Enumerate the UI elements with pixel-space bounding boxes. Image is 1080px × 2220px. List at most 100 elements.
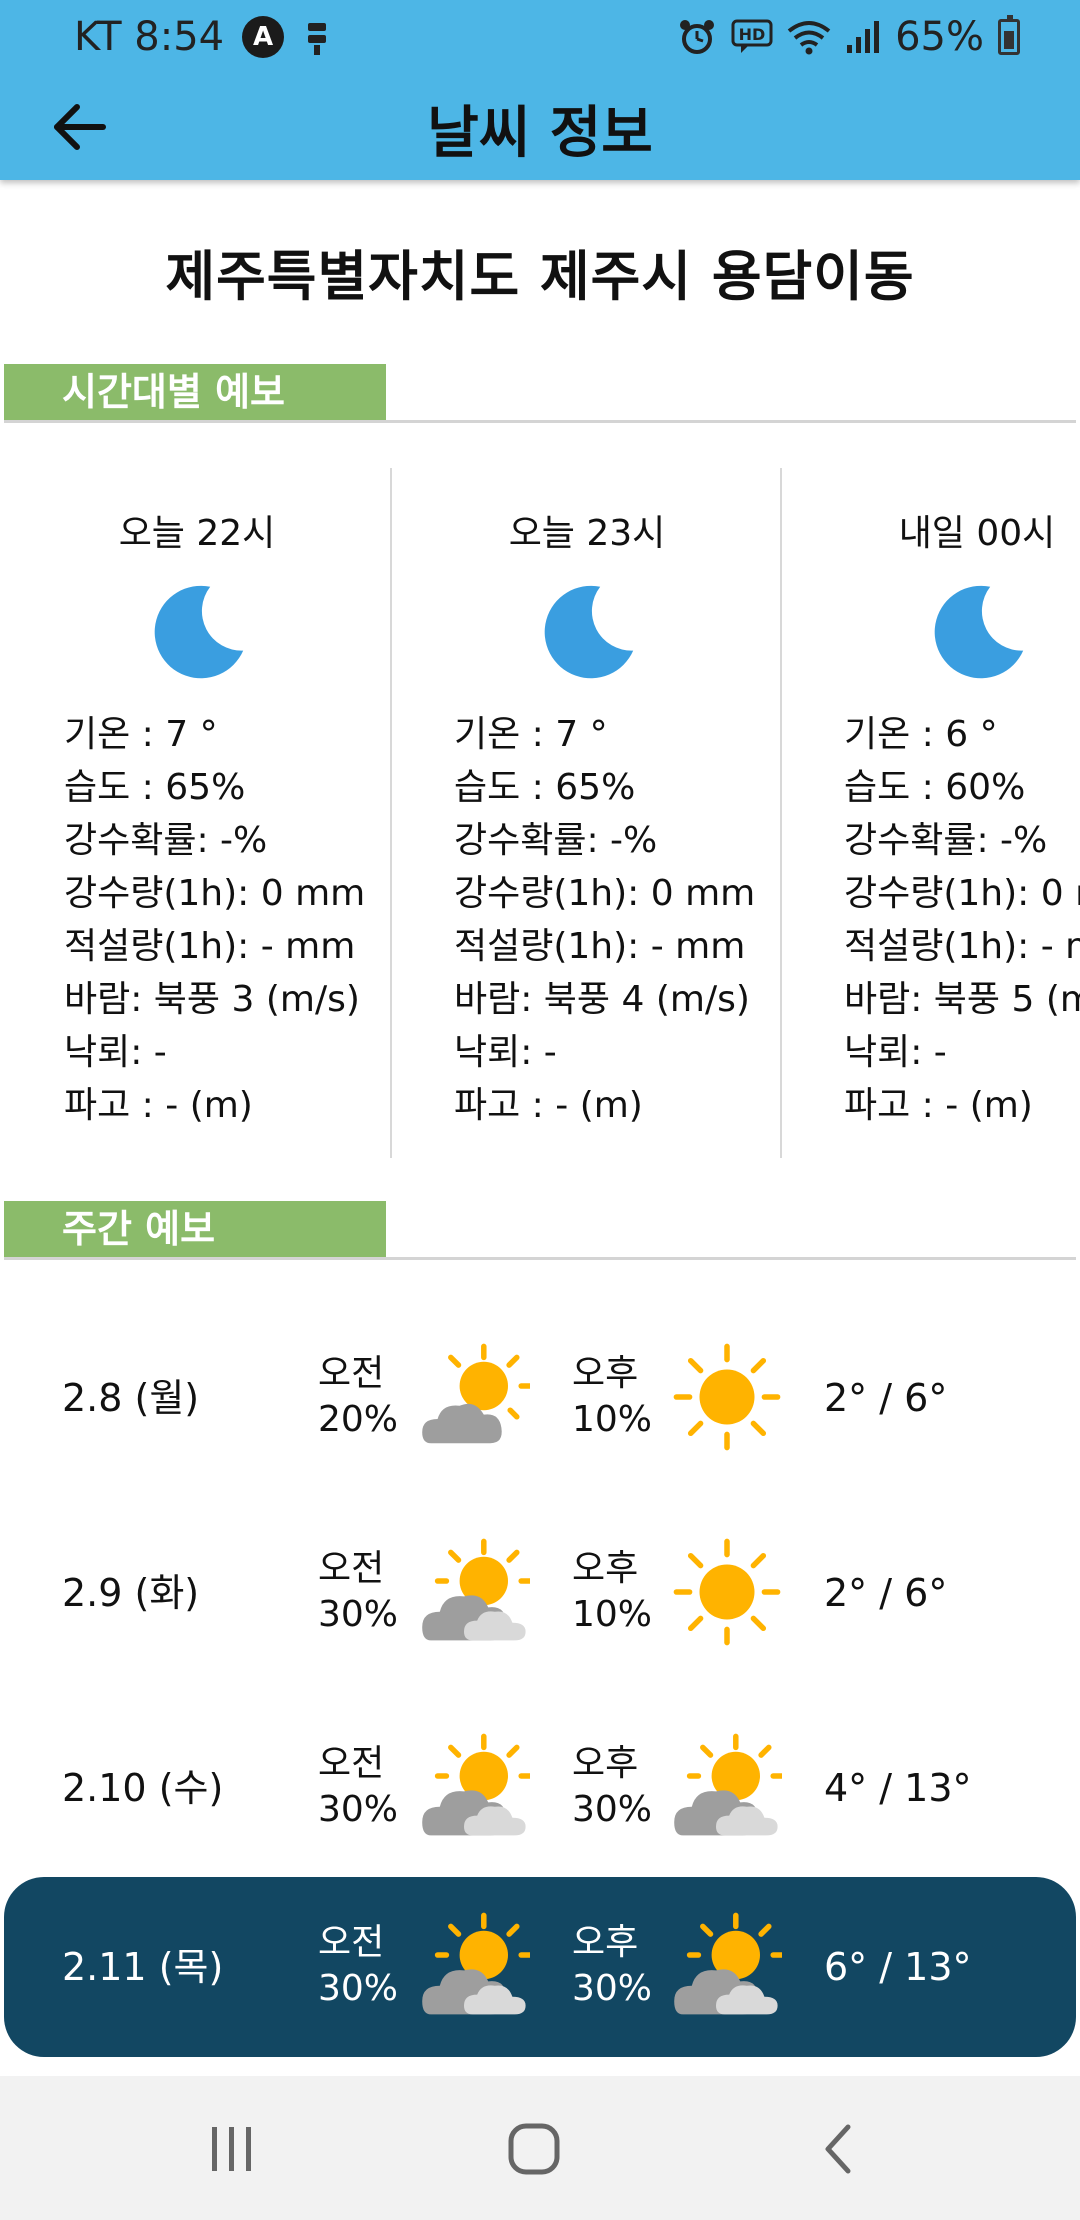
snowfall: 적설량(1h): - mm (844, 926, 1080, 967)
pm-label: 오후 (572, 1353, 639, 1394)
am-precip: 30% (318, 1968, 399, 2009)
week-date: 2.11 (목) (62, 1945, 224, 1989)
moon-icon (922, 578, 1032, 688)
hourly-forecast-list[interactable]: 오늘 22시 기온 : 7 ° 습도 : 65% 강수확률: -% 강수량(1h… (0, 468, 1080, 1158)
alarm-icon (677, 17, 717, 57)
location-title: 제주특별자치도 제주시 용담이동 (165, 245, 915, 308)
snowfall: 적설량(1h): - mm (64, 926, 356, 967)
week-temps: 2° / 6° (824, 1376, 948, 1420)
moon-icon (532, 578, 642, 688)
wave-height: 파고 : - (m) (844, 1085, 1033, 1126)
nav-back-button[interactable] (798, 2114, 878, 2184)
weekly-row[interactable]: 2.10 (수) 오전 30% 오후 30% 4° / 13° (4, 1698, 1076, 1878)
wave-height: 파고 : - (m) (454, 1085, 643, 1126)
mostly-cloudy-icon (672, 1732, 782, 1842)
svg-text:HD: HD (739, 25, 766, 44)
week-date: 2.10 (수) (62, 1766, 224, 1810)
wifi-icon (787, 19, 831, 55)
temperature: 기온 : 7 ° (454, 714, 608, 755)
pm-precip: 30% (572, 1789, 653, 1830)
am-label: 오전 (318, 1353, 385, 1394)
hourly-card[interactable]: 오늘 22시 기온 : 7 ° 습도 : 65% 강수확률: -% 강수량(1h… (2, 468, 392, 1158)
humidity: 습도 : 60% (844, 767, 1026, 808)
am-forecast: 오전 30% (318, 1920, 398, 2012)
rainfall: 강수량(1h): 0 mm (454, 873, 756, 914)
home-button[interactable] (494, 2114, 574, 2184)
pm-precip: 30% (572, 1968, 653, 2009)
week-temps: 2° / 6° (824, 1571, 948, 1615)
am-precip: 30% (318, 1789, 399, 1830)
wind: 바람: 북풍 4 (m/s) (454, 979, 750, 1020)
weekly-section-header: 주간 예보 (4, 1201, 1076, 1260)
section-divider (4, 1257, 1076, 1260)
section-divider (4, 420, 1076, 423)
am-forecast: 오전 30% (318, 1741, 398, 1833)
hourly-section-title: 시간대별 예보 (4, 364, 386, 420)
sun-icon (672, 1342, 782, 1452)
pm-label: 오후 (572, 1922, 639, 1963)
sun-icon (672, 1537, 782, 1647)
partly-cloudy-icon (420, 1342, 530, 1452)
moon-icon (142, 578, 252, 688)
hour-details: 기온 : 7 ° 습도 : 65% 강수확률: -% 강수량(1h): 0 mm… (454, 708, 755, 1132)
pm-forecast: 오후 10% (572, 1351, 652, 1443)
temperature: 기온 : 6 ° (844, 714, 998, 755)
mostly-cloudy-icon (420, 1732, 530, 1842)
pm-forecast: 오후 30% (572, 1920, 652, 2012)
battery-icon (998, 15, 1020, 55)
week-temps: 6° / 13° (824, 1945, 972, 1989)
pm-label: 오후 (572, 1548, 639, 1589)
hour-time: 오늘 23시 (508, 513, 666, 554)
mostly-cloudy-icon (420, 1537, 530, 1647)
weekly-row[interactable]: 2.8 (월) 오전 20% 오후 10% 2° / 6° (4, 1308, 1076, 1488)
rainfall: 강수량(1h): 0 mm (844, 873, 1080, 914)
humidity: 습도 : 65% (454, 767, 636, 808)
lightning: 낙뢰: - (844, 1032, 947, 1073)
snowfall: 적설량(1h): - mm (454, 926, 746, 967)
wind: 바람: 북풍 5 (m/s) (844, 979, 1080, 1020)
am-label: 오전 (318, 1548, 385, 1589)
carrier-time: KT 8:54 (74, 14, 225, 60)
hour-details: 기온 : 7 ° 습도 : 65% 강수확률: -% 강수량(1h): 0 mm… (64, 708, 365, 1132)
wave-height: 파고 : - (m) (64, 1085, 253, 1126)
week-date: 2.9 (화) (62, 1571, 200, 1615)
pm-precip: 10% (572, 1399, 653, 1440)
weekly-row[interactable]: 2.9 (화) 오전 30% 오후 10% 2° / 6° (4, 1503, 1076, 1683)
wind: 바람: 북풍 3 (m/s) (64, 979, 360, 1020)
hourly-section-header: 시간대별 예보 (4, 364, 1076, 423)
hour-details: 기온 : 6 ° 습도 : 60% 강수확률: -% 강수량(1h): 0 mm… (844, 708, 1080, 1132)
am-precip: 20% (318, 1399, 399, 1440)
week-temps: 4° / 13° (824, 1766, 972, 1810)
status-bar: KT 8:54 A HD 65% (0, 0, 1080, 72)
back-icon (825, 2124, 851, 2174)
lightning: 낙뢰: - (454, 1032, 557, 1073)
signal-icon (845, 19, 881, 55)
precip-probability: 강수확률: -% (844, 820, 1048, 861)
am-forecast: 오전 20% (318, 1351, 398, 1443)
weekly-section-title: 주간 예보 (4, 1201, 386, 1257)
hour-time: 내일 00시 (898, 513, 1056, 554)
am-precip: 30% (318, 1594, 399, 1635)
am-forecast: 오전 30% (318, 1546, 398, 1638)
week-date: 2.8 (월) (62, 1376, 200, 1420)
pm-label: 오후 (572, 1743, 639, 1784)
home-icon (508, 2123, 560, 2175)
pm-precip: 10% (572, 1594, 653, 1635)
notification-icon (302, 17, 332, 57)
hd-icon: HD (731, 19, 773, 55)
hourly-card[interactable]: 오늘 23시 기온 : 7 ° 습도 : 65% 강수확률: -% 강수량(1h… (392, 468, 782, 1158)
lightning: 낙뢰: - (64, 1032, 167, 1073)
weekly-row-selected[interactable]: 2.11 (목) 오전 30% 오후 30% 6° / 13° (4, 1877, 1076, 2057)
precip-probability: 강수확률: -% (454, 820, 658, 861)
mostly-cloudy-icon (420, 1911, 530, 2021)
recent-apps-button[interactable] (192, 2114, 272, 2184)
mostly-cloudy-icon (672, 1911, 782, 2021)
rainfall: 강수량(1h): 0 mm (64, 873, 366, 914)
system-nav-bar (0, 2076, 1080, 2220)
hour-time: 오늘 22시 (118, 513, 276, 554)
precip-probability: 강수확률: -% (64, 820, 268, 861)
battery-percent: 65% (895, 14, 984, 60)
recent-apps-icon (212, 2127, 251, 2171)
humidity: 습도 : 65% (64, 767, 246, 808)
hourly-card[interactable]: 내일 00시 기온 : 6 ° 습도 : 60% 강수확률: -% 강수량(1h… (782, 468, 1080, 1158)
